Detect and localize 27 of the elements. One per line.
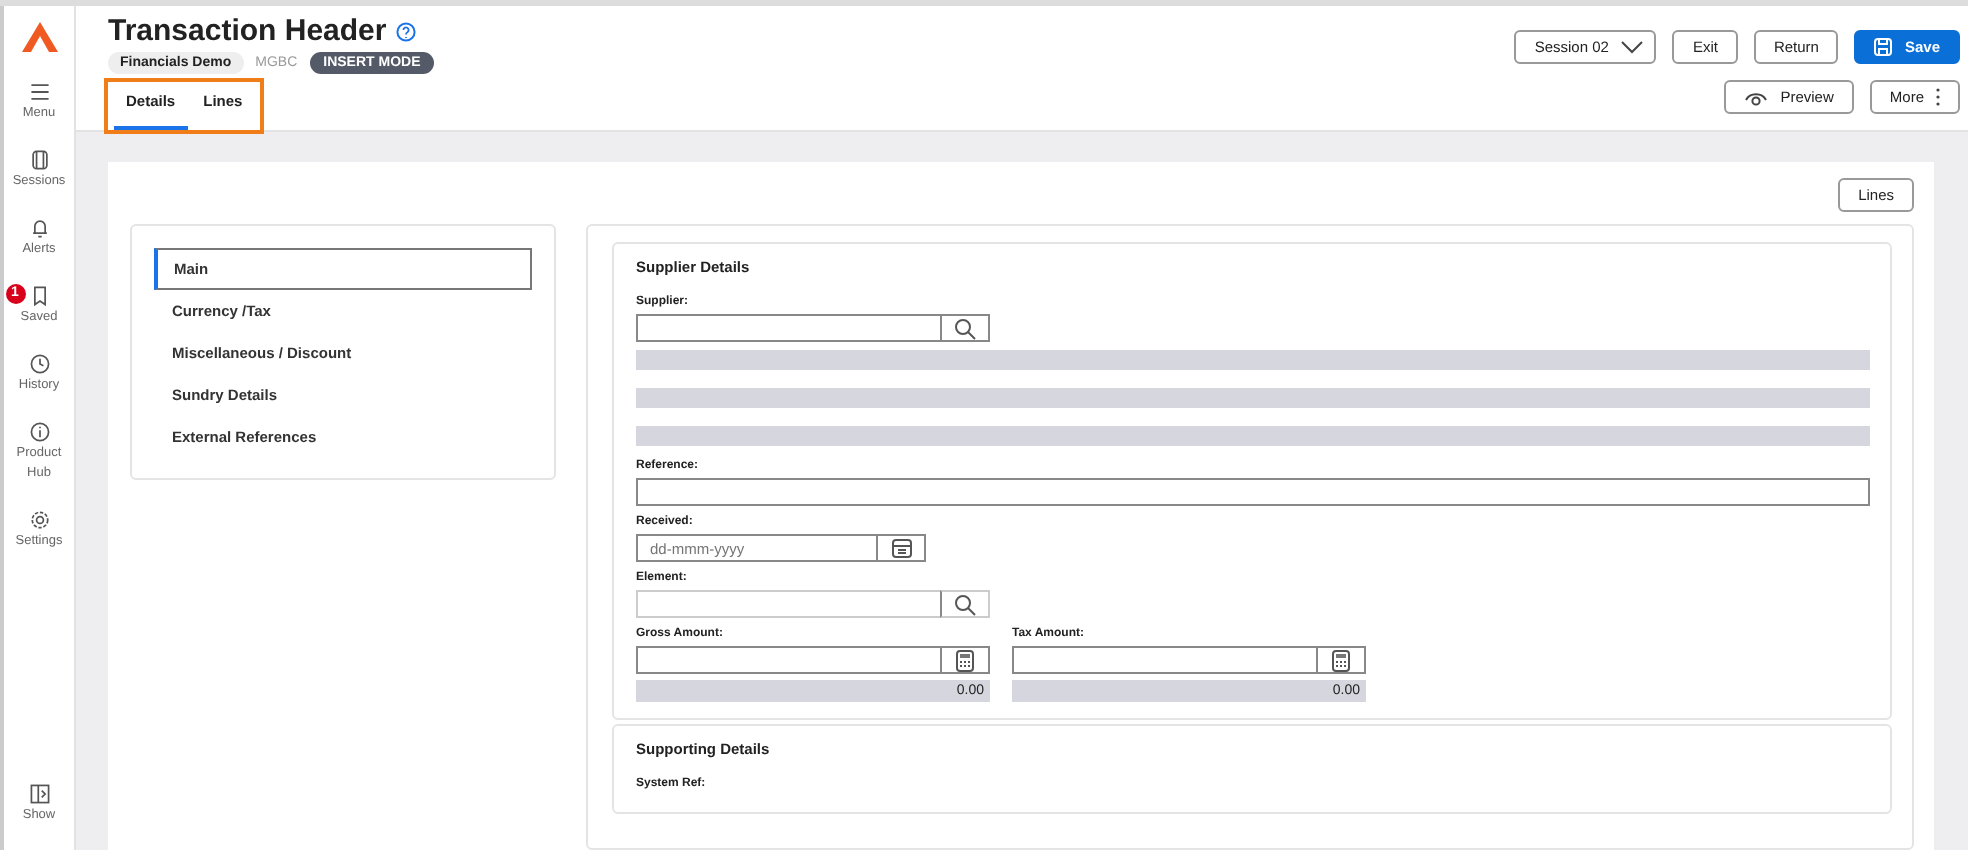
calendar-icon xyxy=(891,538,911,558)
calculator-button[interactable] xyxy=(940,646,990,674)
calculator-icon xyxy=(956,649,974,671)
search-button[interactable] xyxy=(940,314,990,342)
amount-field[interactable] xyxy=(1012,646,1316,674)
supplier-field[interactable] xyxy=(636,314,940,342)
calculator-button[interactable] xyxy=(1316,646,1366,674)
page-title: Transaction Header xyxy=(108,14,387,48)
calendar-button[interactable] xyxy=(876,534,926,562)
search-button[interactable] xyxy=(940,590,990,618)
floppy-disk-icon xyxy=(1874,38,1893,56)
amount-field[interactable] xyxy=(636,646,940,674)
search-icon xyxy=(954,593,976,615)
logo-icon xyxy=(21,22,57,52)
bell-icon[interactable] xyxy=(27,216,51,240)
menu-icon[interactable] xyxy=(27,80,51,104)
panels-icon[interactable] xyxy=(27,148,51,172)
info-icon[interactable] xyxy=(27,420,51,444)
help-icon[interactable] xyxy=(396,21,417,41)
eye-icon xyxy=(1744,89,1769,105)
chevron-down-icon xyxy=(1620,40,1645,54)
settings-icon[interactable] xyxy=(27,508,51,532)
reference-field[interactable] xyxy=(636,478,1870,506)
clock-icon[interactable] xyxy=(27,352,51,376)
search-icon xyxy=(954,317,976,339)
sidebar-toggle-icon[interactable] xyxy=(27,782,51,806)
calculator-icon xyxy=(1332,649,1350,671)
